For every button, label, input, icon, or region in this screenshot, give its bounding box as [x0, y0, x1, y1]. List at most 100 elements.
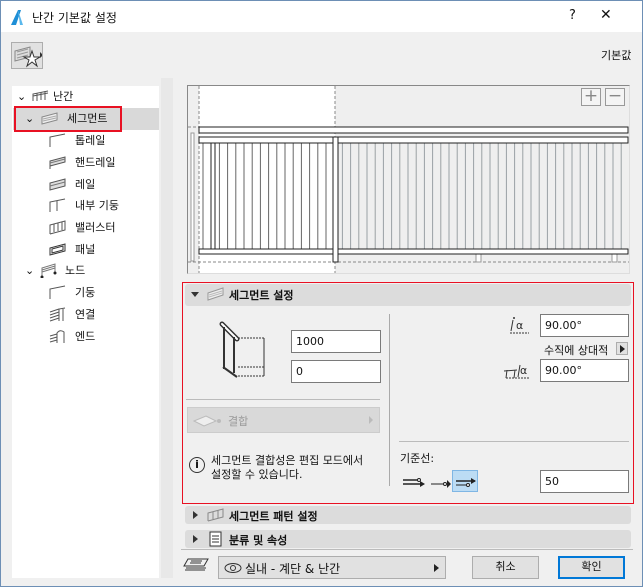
- title-bar: 난간 기본값 설정 ? ✕: [1, 1, 642, 32]
- tree-item-segment-5[interactable]: 패널: [49, 239, 155, 260]
- section-title: 세그먼트 설정: [229, 289, 294, 302]
- tree-item-node[interactable]: ⌄ 노드: [15, 260, 155, 281]
- reference-line-label: 기준선:: [400, 452, 435, 465]
- section-title: 세그먼트 패턴 설정: [229, 510, 318, 523]
- favorites-star-icon: [14, 46, 43, 68]
- info-text: 설정할 수 있습니다.: [211, 468, 303, 481]
- chevron-down-icon[interactable]: ⌄: [25, 108, 34, 129]
- tree-label: 엔드: [75, 329, 96, 343]
- tree-item-railing[interactable]: ⌄ 난간: [15, 86, 155, 107]
- angle-2-input[interactable]: 90.00°: [540, 359, 629, 382]
- tree-item-segment[interactable]: ⌄ 세그먼트: [15, 108, 155, 129]
- cancel-button[interactable]: 취소: [472, 556, 539, 579]
- node-part-icon: [49, 285, 66, 299]
- inner-post: [210, 141, 216, 250]
- join-label: 결합: [228, 415, 249, 428]
- segment-part-icon: [49, 198, 66, 213]
- tree-label: 연결: [75, 307, 96, 321]
- defaults-label: 기본값: [601, 49, 632, 62]
- tree-item-segment-2[interactable]: 레일: [49, 174, 155, 195]
- expand-triangle-icon: [193, 511, 198, 519]
- svg-text:α: α: [516, 319, 523, 332]
- railing-preview[interactable]: + −: [187, 85, 630, 274]
- tree-label: 세그먼트: [67, 112, 108, 125]
- segment-height-diagram-icon: [219, 321, 265, 378]
- arrow-right-icon: [434, 564, 439, 572]
- segment-part-icon: [49, 243, 66, 256]
- tree-item-segment-3[interactable]: 내부 기둥: [49, 195, 155, 216]
- horizontal-angle-icon: α: [503, 364, 529, 379]
- offset-input[interactable]: 0: [291, 360, 381, 383]
- divider: [399, 441, 629, 442]
- tree-label: 내부 기둥: [75, 199, 119, 213]
- ok-button[interactable]: 확인: [558, 556, 625, 579]
- tree-label: 패널: [75, 243, 96, 256]
- eye-icon: [224, 563, 242, 573]
- zoom-out-button[interactable]: −: [605, 88, 625, 106]
- height-input[interactable]: 1000: [291, 330, 381, 353]
- vertical-angle-icon: α: [510, 317, 529, 334]
- railing-preview-drawing: [188, 86, 629, 273]
- reference-offset-input[interactable]: 50: [540, 470, 629, 493]
- window-title: 난간 기본값 설정: [32, 11, 117, 25]
- info-icon: i: [189, 457, 205, 473]
- zoom-in-button[interactable]: +: [581, 88, 601, 106]
- tree-label: 레일: [75, 177, 96, 191]
- tree-label: 밸러스터: [75, 221, 116, 235]
- divider: [186, 399, 380, 400]
- main-post: [332, 136, 339, 263]
- classification-header[interactable]: 분류 및 속성: [185, 530, 631, 548]
- segment-icon: [207, 287, 224, 301]
- help-button[interactable]: ?: [569, 8, 576, 23]
- app-logo-icon: [9, 9, 25, 26]
- tree-item-segment-1[interactable]: 핸드레일: [49, 152, 155, 173]
- tree-label: 톱레일: [75, 134, 106, 147]
- tree-label: 노드: [65, 264, 86, 277]
- arrow-right-icon: [369, 416, 373, 424]
- angle-1-input[interactable]: 90.00°: [540, 314, 629, 337]
- tree-label: 핸드레일: [75, 155, 116, 169]
- handrail: [198, 136, 629, 144]
- tree-label: 난간: [53, 90, 74, 103]
- tree-item-segment-0[interactable]: 톱레일: [49, 130, 155, 151]
- relative-dropdown-button[interactable]: [616, 342, 628, 355]
- segment-part-icon: [49, 133, 66, 147]
- favorites-button[interactable]: [11, 42, 43, 69]
- tree-item-node-2[interactable]: 엔드: [49, 326, 155, 347]
- layer-value: 실내 - 계단 & 난간: [245, 562, 341, 576]
- node-icon: [40, 263, 57, 278]
- reference-right-icon: [456, 478, 476, 487]
- tree-label: 기둥: [75, 286, 96, 299]
- chevron-down-icon[interactable]: ⌄: [17, 86, 26, 107]
- tree-item-segment-4[interactable]: 밸러스터: [49, 217, 155, 238]
- reference-center-button[interactable]: [430, 475, 452, 491]
- node-part-icon: [49, 307, 66, 322]
- segment-part-icon: [49, 156, 66, 169]
- tree-item-node-0[interactable]: 기둥: [49, 282, 155, 303]
- layer-dropdown[interactable]: 실내 - 계단 & 난간: [218, 556, 446, 579]
- chevron-down-icon[interactable]: ⌄: [25, 260, 34, 281]
- join-icon: [192, 415, 221, 427]
- segment-part-icon: [49, 177, 66, 191]
- svg-text:α: α: [520, 364, 527, 377]
- pattern-icon: [207, 508, 224, 522]
- reference-left-button[interactable]: [402, 475, 426, 491]
- segment-settings-header[interactable]: 세그먼트 설정: [185, 284, 631, 306]
- segment-pattern-header[interactable]: 세그먼트 패턴 설정: [185, 506, 631, 524]
- tree-splitter[interactable]: [161, 78, 173, 578]
- reference-right-button-selected[interactable]: [452, 470, 478, 492]
- section-title: 분류 및 속성: [229, 534, 288, 547]
- end-post: [190, 132, 195, 262]
- top-rail: [198, 126, 629, 134]
- divider: [181, 549, 633, 550]
- dialog-window: 난간 기본값 설정 ? ✕ 기본값 ⌄ 난간 ⌄ 세그먼트 톱레일핸드레일레일내…: [0, 0, 643, 587]
- expand-triangle-icon: [193, 535, 198, 543]
- close-button[interactable]: ✕: [600, 7, 612, 23]
- join-button[interactable]: 결합: [187, 407, 380, 433]
- collapse-triangle-icon: [191, 292, 199, 297]
- tree-item-node-1[interactable]: 연결: [49, 304, 155, 325]
- railing-icon: [32, 90, 49, 101]
- document-icon: [209, 531, 222, 547]
- node-part-icon: [49, 329, 65, 343]
- divider: [389, 314, 390, 486]
